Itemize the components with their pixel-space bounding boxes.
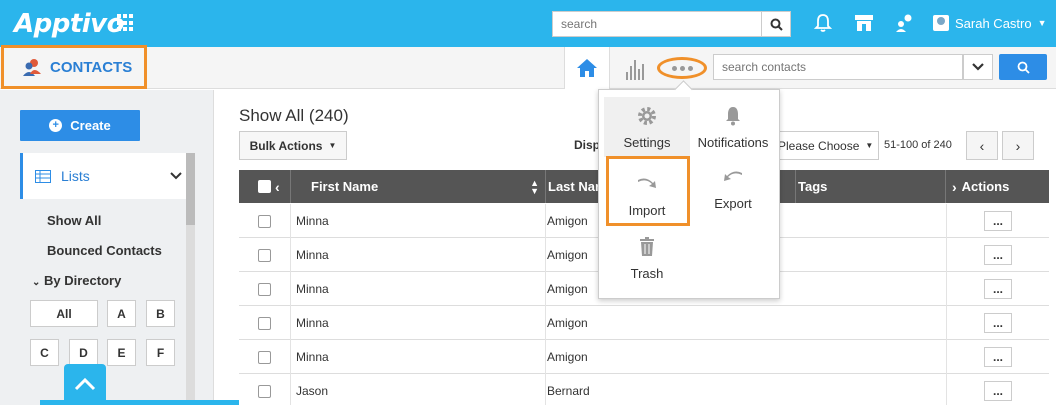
row-checkbox[interactable] bbox=[258, 350, 271, 364]
create-button[interactable]: + Create bbox=[20, 110, 140, 141]
letter-all[interactable]: All bbox=[30, 300, 98, 327]
row-actions-button[interactable]: ... bbox=[984, 279, 1012, 299]
table-icon bbox=[35, 169, 51, 183]
column-first-name[interactable]: First Name ▲ ▼ bbox=[291, 170, 546, 203]
apps-grid-icon[interactable] bbox=[117, 14, 135, 32]
cell-first-name[interactable]: Minna bbox=[291, 204, 546, 238]
chevron-right-icon: › bbox=[952, 178, 957, 195]
chevron-right-icon: › bbox=[1015, 137, 1021, 154]
caret-down-icon: ▼ bbox=[328, 141, 337, 150]
app-logo[interactable]: Apptivo bbox=[14, 9, 125, 39]
sidebar: + Create Lists Show All Bounced Contacts… bbox=[0, 90, 214, 405]
user-name: Sarah Castro bbox=[955, 15, 1032, 31]
bar-chart-icon[interactable] bbox=[620, 56, 650, 80]
view-select[interactable]: Please Choose ▼ bbox=[773, 131, 879, 160]
trash-icon bbox=[635, 236, 659, 258]
row-actions-button[interactable]: ... bbox=[984, 313, 1012, 333]
lists-section[interactable]: Lists bbox=[20, 153, 186, 199]
paging-info: 51-100 of 240 bbox=[884, 139, 952, 151]
letter-c[interactable]: C bbox=[30, 339, 59, 366]
cell-first-name[interactable]: Minna bbox=[291, 306, 546, 340]
avatar bbox=[933, 15, 949, 31]
chevron-left-icon[interactable]: ‹ bbox=[275, 179, 280, 195]
store-icon[interactable] bbox=[854, 13, 874, 33]
letter-b[interactable]: B bbox=[146, 300, 175, 327]
row-actions-button[interactable]: ... bbox=[984, 347, 1012, 367]
next-page-button[interactable]: › bbox=[1002, 131, 1034, 160]
directory-toggle[interactable]: ⌄ By Directory bbox=[32, 273, 121, 288]
cell-first-name[interactable]: Minna bbox=[291, 272, 546, 306]
chevron-up-icon bbox=[74, 378, 96, 391]
cell-first-name[interactable]: Jason bbox=[291, 374, 546, 405]
search-filter-dropdown[interactable] bbox=[963, 54, 993, 80]
row-checkbox[interactable] bbox=[258, 248, 271, 262]
user-menu[interactable]: Sarah Castro ▼ bbox=[933, 15, 1047, 31]
table-row[interactable]: Minna Amigon ... bbox=[239, 306, 1049, 340]
menu-item-notifications[interactable]: Notifications bbox=[690, 97, 776, 157]
search-icon bbox=[770, 18, 783, 31]
global-search-button[interactable] bbox=[761, 11, 791, 37]
sidebar-scrollbar[interactable] bbox=[186, 153, 195, 405]
cell-first-name[interactable]: Minna bbox=[291, 238, 546, 272]
chevron-down-icon bbox=[972, 63, 984, 71]
row-checkbox[interactable] bbox=[258, 214, 271, 228]
top-bar: Apptivo Sarah Castro ▼ bbox=[0, 0, 1056, 47]
search-icon bbox=[1017, 61, 1030, 74]
export-arrow-icon bbox=[721, 166, 745, 188]
letter-e[interactable]: E bbox=[107, 339, 136, 366]
row-actions-button[interactable]: ... bbox=[984, 245, 1012, 265]
column-actions[interactable]: › Actions bbox=[946, 170, 1049, 203]
prev-page-button[interactable]: ‹ bbox=[966, 131, 998, 160]
bulk-actions-button[interactable]: Bulk Actions ▼ bbox=[239, 131, 347, 160]
table-row[interactable]: Jason Bernard ... bbox=[239, 374, 1049, 405]
plus-icon: + bbox=[49, 119, 63, 132]
gear-icon bbox=[635, 105, 659, 127]
letter-f[interactable]: F bbox=[146, 339, 175, 366]
menu-item-settings[interactable]: Settings bbox=[604, 97, 690, 157]
people-icon[interactable] bbox=[894, 13, 914, 33]
row-checkbox[interactable] bbox=[258, 282, 271, 296]
more-options-button[interactable] bbox=[657, 57, 707, 79]
bell-icon bbox=[721, 105, 745, 127]
menu-item-export[interactable]: Export bbox=[690, 158, 776, 218]
sort-icon: ▲ ▼ bbox=[530, 177, 539, 196]
letter-a[interactable]: A bbox=[107, 300, 136, 327]
menu-item-trash[interactable]: Trash bbox=[604, 228, 690, 288]
chevron-left-icon: ‹ bbox=[979, 137, 985, 154]
import-highlight bbox=[606, 156, 690, 226]
letter-d[interactable]: D bbox=[69, 339, 98, 366]
table-row[interactable]: Minna Amigon ... bbox=[239, 340, 1049, 374]
sidebar-item-bounced-contacts[interactable]: Bounced Contacts bbox=[47, 243, 162, 258]
select-all-checkbox[interactable] bbox=[258, 180, 271, 193]
bell-icon[interactable] bbox=[813, 13, 833, 33]
chevron-down-icon bbox=[170, 172, 182, 180]
page-title: Show All (240) bbox=[239, 106, 349, 125]
scroll-top-button[interactable] bbox=[64, 364, 106, 405]
home-icon bbox=[577, 59, 597, 77]
column-tags[interactable]: Tags bbox=[794, 170, 946, 203]
contacts-icon bbox=[23, 59, 41, 76]
row-actions-button[interactable]: ... bbox=[984, 211, 1012, 231]
row-checkbox[interactable] bbox=[258, 316, 271, 330]
sidebar-item-show-all[interactable]: Show All bbox=[47, 213, 101, 228]
module-title[interactable]: CONTACTS bbox=[1, 45, 147, 89]
caret-down-icon: ▼ bbox=[865, 141, 874, 150]
display-label: Disp bbox=[574, 138, 601, 152]
caret-down-icon: ▼ bbox=[1037, 18, 1047, 28]
row-actions-button[interactable]: ... bbox=[984, 381, 1012, 401]
row-checkbox[interactable] bbox=[258, 384, 271, 398]
contact-search-button[interactable] bbox=[999, 54, 1047, 80]
lists-label: Lists bbox=[61, 168, 90, 184]
contact-search-input[interactable] bbox=[713, 54, 963, 80]
chevron-down-icon: ⌄ bbox=[32, 277, 41, 288]
home-button[interactable] bbox=[564, 47, 610, 89]
cell-first-name[interactable]: Minna bbox=[291, 340, 546, 374]
global-search-input[interactable] bbox=[552, 11, 762, 37]
